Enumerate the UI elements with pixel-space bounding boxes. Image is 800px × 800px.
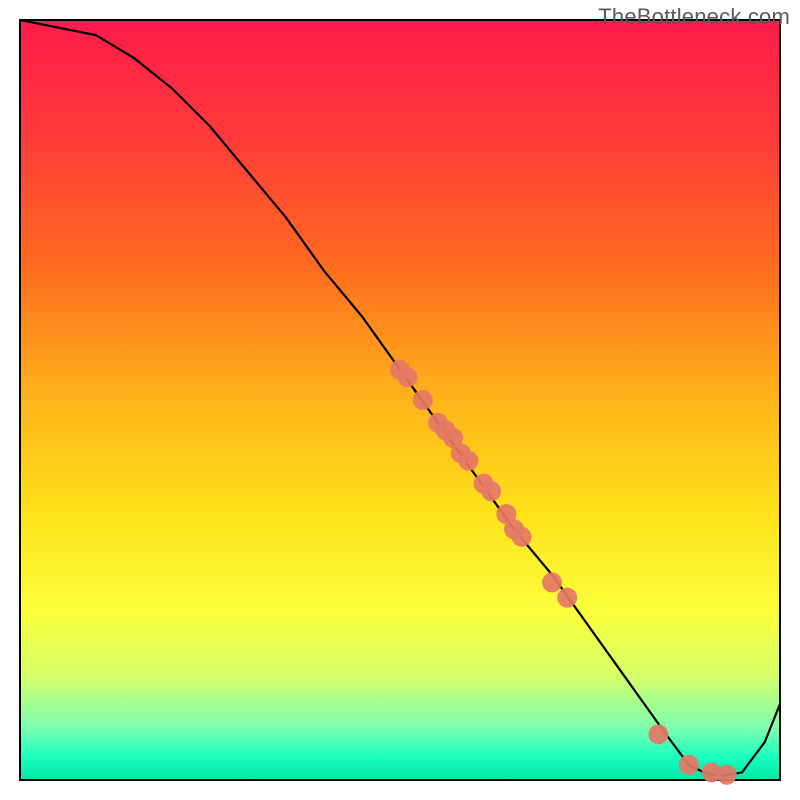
data-point [398,367,418,387]
data-point [512,527,532,547]
plot-background [20,20,780,780]
data-point [458,451,478,471]
data-point [542,572,562,592]
data-point [648,724,668,744]
data-point [557,588,577,608]
data-point [481,481,501,501]
chart-container: TheBottleneck.com [0,0,800,800]
chart-svg [0,0,800,800]
watermark-text: TheBottleneck.com [598,4,790,30]
data-point [679,755,699,775]
data-point [717,765,737,785]
data-point [413,390,433,410]
